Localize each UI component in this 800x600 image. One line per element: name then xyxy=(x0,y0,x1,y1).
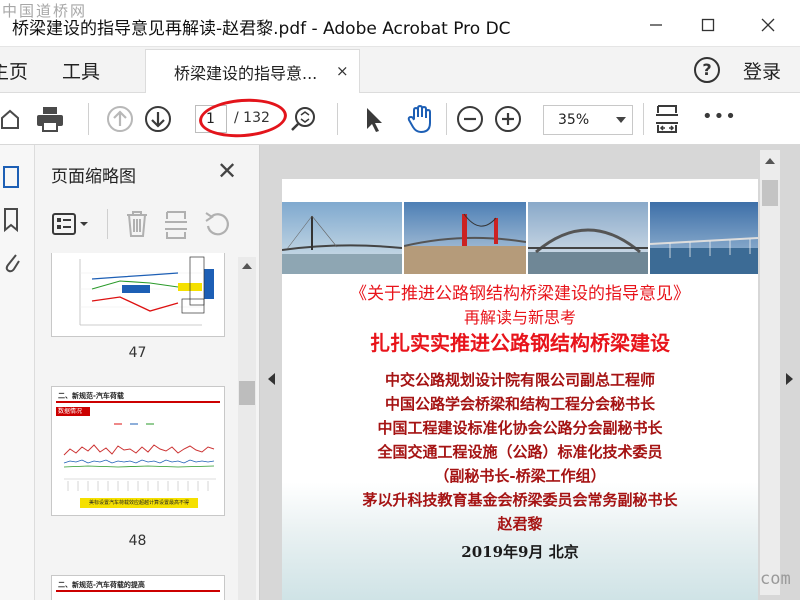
toolbar-separator xyxy=(643,103,644,135)
panel-title: 页面缩略图 xyxy=(51,167,136,187)
maximize-icon[interactable] xyxy=(688,8,728,42)
thumbnail-heading: 二、新规范-汽车荷载 xyxy=(58,392,124,400)
more-tools-icon[interactable]: ••• xyxy=(702,106,737,127)
thumbnail-footer-note: 美标设置汽车荷载效应超越计算设置最高不得 xyxy=(80,498,198,508)
panel-toolbar xyxy=(35,201,260,249)
chart-thumbnail-icon xyxy=(79,256,214,326)
chart-thumbnail-icon xyxy=(63,421,216,491)
author-role: 茅以升科技教育基金会桥梁委员会常务副秘书长 xyxy=(362,491,678,509)
zoom-search-icon[interactable] xyxy=(287,103,319,135)
document-tab[interactable]: 桥梁建设的指导意... × xyxy=(145,49,360,93)
close-icon[interactable] xyxy=(748,8,788,42)
next-page-icon[interactable] xyxy=(142,103,174,135)
thumbnail-divider xyxy=(56,401,220,403)
document-title-line: 《关于推进公路钢结构桥梁建设的指导意见》 xyxy=(350,284,690,304)
print-icon[interactable] xyxy=(34,103,66,135)
thumbnail-scrollbar[interactable] xyxy=(238,257,256,600)
panel-separator xyxy=(107,209,108,239)
author-role: 中交公路规划设计院有限公司副总工程师 xyxy=(384,371,655,389)
thumbnail-page-47[interactable] xyxy=(51,253,225,337)
tab-close-icon[interactable]: × xyxy=(336,62,349,80)
bridge-photo xyxy=(404,202,526,274)
document-view: 《关于推进公路钢结构桥梁建设的指导意见》 再解读与新思考 扎扎实实推进公路钢结构… xyxy=(260,145,800,600)
scrollbar-thumb[interactable] xyxy=(762,180,778,206)
rotate-page-icon[interactable] xyxy=(203,209,231,239)
tools-menu[interactable]: 工具 xyxy=(62,57,100,84)
document-scrollbar[interactable] xyxy=(760,150,780,595)
minimize-icon[interactable] xyxy=(636,8,676,42)
chevron-down-icon xyxy=(616,117,626,123)
document-subtitle: 再解读与新思考 xyxy=(463,308,576,327)
previous-page-icon[interactable] xyxy=(104,103,136,135)
watermark: 中国道桥网 xyxy=(2,2,88,20)
author-name: 赵君黎 xyxy=(497,515,543,533)
author-role: 中国工程建设标准化协会公路分会副秘书长 xyxy=(377,419,663,437)
menu-bar: 主页 工具 桥梁建设的指导意... × ? 登录 xyxy=(0,47,800,93)
thumbnail-list: 47 二、新规范-汽车荷载 数据情况 美标设置汽车荷载效应超越计算设置最高不得 xyxy=(35,253,240,600)
toolbar: 1 / 132 35% ••• xyxy=(0,93,800,145)
toolbar-separator xyxy=(88,103,89,135)
home-tool-icon[interactable] xyxy=(0,103,26,135)
author-role: 全国交通工程设施（公路）标准化技术委员 xyxy=(377,443,663,461)
document-main-title: 扎扎实实推进公路钢结构桥梁建设 xyxy=(370,331,670,355)
fit-page-icon[interactable] xyxy=(651,103,683,135)
hand-tool-icon[interactable] xyxy=(404,103,436,135)
extract-pages-icon[interactable] xyxy=(163,209,191,239)
thumbnail-page-number: 47 xyxy=(128,345,147,361)
thumbnail-panel: 页面缩略图 ✕ 47 二、新规范-汽车荷载 数据情况 美标设置汽车荷载效应超越计… xyxy=(35,145,260,600)
zoom-level-select[interactable]: 35% xyxy=(543,105,633,135)
bridge-photo xyxy=(650,202,758,274)
highlight-oval xyxy=(197,95,289,141)
author-role: （副秘书长-桥梁工作组） xyxy=(434,467,606,485)
thumbnail-page-number: 48 xyxy=(128,533,147,549)
login-button[interactable]: 登录 xyxy=(743,57,781,84)
page-thumbnails-icon[interactable] xyxy=(2,165,24,191)
scrollbar-thumb[interactable] xyxy=(239,381,255,405)
title-bar: 桥梁建设的指导意见再解读-赵君黎.pdf - Adobe Acrobat Pro… xyxy=(0,0,800,47)
scroll-up-icon[interactable] xyxy=(242,263,252,269)
bookmarks-icon[interactable] xyxy=(2,207,24,233)
delete-page-icon[interactable] xyxy=(123,209,151,239)
bridge-photo xyxy=(282,202,402,274)
thumbnail-subheading: 数据情况 xyxy=(56,407,90,416)
scroll-up-icon[interactable] xyxy=(765,158,775,164)
pdf-page[interactable]: 《关于推进公路钢结构桥梁建设的指导意见》 再解读与新思考 扎扎实实推进公路钢结构… xyxy=(282,179,758,600)
bridge-photo xyxy=(528,202,648,274)
toolbar-separator xyxy=(337,103,338,135)
thumbnail-heading: 二、新规范-汽车荷载的提高 xyxy=(58,581,145,589)
thumbnail-options-icon[interactable] xyxy=(51,211,91,237)
thumbnail-page-48[interactable]: 二、新规范-汽车荷载 数据情况 美标设置汽车荷载效应超越计算设置最高不得 xyxy=(51,386,225,516)
watermark: com xyxy=(760,569,791,589)
attachments-icon[interactable] xyxy=(2,249,24,275)
thumbnail-divider xyxy=(56,590,220,592)
thumbnail-page-49[interactable]: 二、新规范-汽车荷载的提高 xyxy=(51,575,225,600)
panel-close-icon[interactable]: ✕ xyxy=(217,157,237,185)
left-navigation-strip xyxy=(0,145,35,600)
select-cursor-icon[interactable] xyxy=(357,103,389,135)
zoom-out-icon[interactable] xyxy=(454,103,486,135)
zoom-level-value: 35% xyxy=(558,112,590,128)
author-role: 中国公路学会桥梁和结构工程分会秘书长 xyxy=(384,395,655,413)
help-icon[interactable]: ? xyxy=(694,57,720,83)
home-menu[interactable]: 主页 xyxy=(0,57,28,84)
toolbar-separator xyxy=(446,103,447,135)
document-tab-label: 桥梁建设的指导意... xyxy=(174,64,318,83)
document-date: 2019年9月 北京 xyxy=(461,543,579,561)
collapse-panel-icon[interactable] xyxy=(268,373,275,385)
zoom-in-icon[interactable] xyxy=(492,103,524,135)
expand-right-panel-icon[interactable] xyxy=(786,373,793,385)
